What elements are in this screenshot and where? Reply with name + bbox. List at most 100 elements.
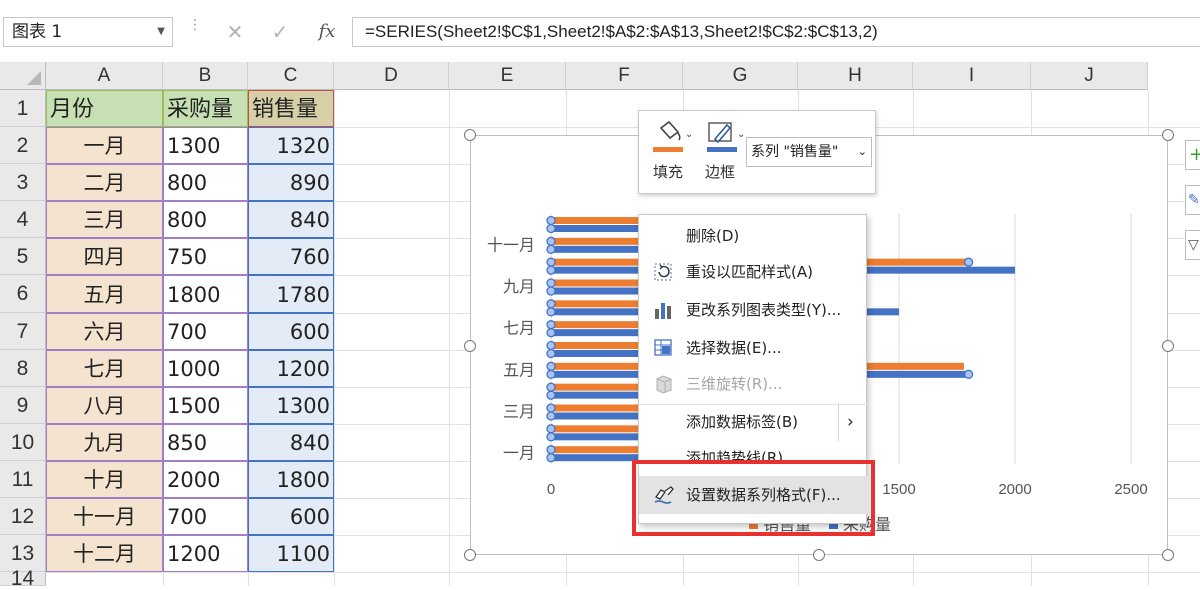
row-header-3[interactable]: 3 xyxy=(0,164,46,201)
series-select-value: 系列 "销售量" xyxy=(751,144,839,160)
header-cell[interactable]: 销售量 xyxy=(248,90,334,127)
series-point-handle xyxy=(546,361,556,371)
chart-filters-button[interactable]: ▽ xyxy=(1185,230,1200,260)
menu-item-reset-style[interactable]: 重设以匹配样式(A) xyxy=(639,253,868,291)
sales-cell[interactable]: 1320 xyxy=(248,127,334,164)
column-header-j[interactable]: J xyxy=(1031,62,1148,90)
sales-cell[interactable]: 760 xyxy=(248,238,334,275)
series-point-handle xyxy=(546,369,556,379)
row-header-12[interactable]: 12 xyxy=(0,498,46,535)
row-header-6[interactable]: 6 xyxy=(0,275,46,313)
chart-elements-button[interactable]: + xyxy=(1185,140,1200,170)
sales-cell[interactable]: 840 xyxy=(248,424,334,461)
resize-handle[interactable] xyxy=(1162,129,1174,141)
column-header-e[interactable]: E xyxy=(449,62,566,90)
column-header-i[interactable]: I xyxy=(913,62,1031,90)
month-cell[interactable]: 四月 xyxy=(46,238,163,275)
column-header-c[interactable]: C xyxy=(248,62,334,90)
purchase-cell[interactable]: 700 xyxy=(163,498,248,535)
resize-handle[interactable] xyxy=(464,340,476,352)
series-point-handle xyxy=(546,299,556,309)
row-header-5[interactable]: 5 xyxy=(0,238,46,275)
series-point-handle xyxy=(546,348,556,359)
menu-item-3d-rotate[interactable]: 三维旋转(R)... xyxy=(639,365,868,403)
purchase-cell[interactable]: 1000 xyxy=(163,350,248,387)
sales-cell[interactable]: 890 xyxy=(248,164,334,201)
chart-type-icon xyxy=(655,303,671,319)
purchase-cell[interactable]: 800 xyxy=(163,201,248,238)
purchase-cell[interactable]: 850 xyxy=(163,424,248,461)
resize-handle[interactable] xyxy=(1162,340,1174,352)
menu-item-delete[interactable]: 删除(D) xyxy=(639,217,868,255)
column-header-f[interactable]: F xyxy=(566,62,683,90)
fill-button[interactable]: ⌄ xyxy=(651,119,693,161)
month-cell[interactable]: 十一月 xyxy=(46,498,163,535)
border-button[interactable]: ⌄ xyxy=(705,119,747,161)
row-header-2[interactable]: 2 xyxy=(0,127,46,164)
drag-handle-icon[interactable]: ⋮ xyxy=(188,18,202,42)
month-cell[interactable]: 十二月 xyxy=(46,535,163,572)
month-cell[interactable]: 十月 xyxy=(46,461,163,498)
purchase-cell[interactable]: 800 xyxy=(163,164,248,201)
column-header-g[interactable]: G xyxy=(683,62,798,90)
chart-styles-button[interactable]: ✎ xyxy=(1185,185,1200,215)
purchase-cell[interactable]: 1300 xyxy=(163,127,248,164)
sales-cell[interactable]: 1100 xyxy=(248,535,334,572)
sales-cell[interactable]: 1200 xyxy=(248,350,334,387)
column-header-h[interactable]: H xyxy=(798,62,913,90)
menu-item-change-chart-type[interactable]: 更改系列图表类型(Y)... xyxy=(639,291,868,329)
row-header-8[interactable]: 8 xyxy=(0,350,46,387)
fill-label: 填充 xyxy=(653,163,684,181)
y-category-label: 五月 xyxy=(503,360,535,379)
select-all-corner[interactable] xyxy=(0,62,46,90)
series-select[interactable]: 系列 "销售量" ⌄ xyxy=(746,137,872,167)
column-header-d[interactable]: D xyxy=(334,62,449,90)
menu-item-select-data[interactable]: 选择数据(E)... xyxy=(639,329,868,367)
menu-item-add-data-labels[interactable]: 添加数据标签(B) › xyxy=(639,403,868,441)
month-cell[interactable]: 七月 xyxy=(46,350,163,387)
month-cell[interactable]: 五月 xyxy=(46,275,163,313)
name-box[interactable]: 图表 1 ▼ xyxy=(3,17,173,47)
enter-icon[interactable]: ✓ xyxy=(260,17,300,47)
purchase-cell[interactable]: 1500 xyxy=(163,387,248,424)
purchase-cell[interactable]: 700 xyxy=(163,313,248,350)
resize-handle[interactable] xyxy=(1162,549,1174,561)
resize-handle[interactable] xyxy=(464,129,476,141)
insert-function-icon[interactable]: fx xyxy=(307,17,347,47)
sales-cell[interactable]: 1800 xyxy=(248,461,334,498)
month-cell[interactable]: 九月 xyxy=(46,424,163,461)
purchase-cell[interactable]: 750 xyxy=(163,238,248,275)
row-header-4[interactable]: 4 xyxy=(0,201,46,238)
sales-cell[interactable]: 1780 xyxy=(248,275,334,313)
chevron-down-icon[interactable]: ▼ xyxy=(157,18,165,46)
grid-row-line xyxy=(46,572,1200,573)
column-header-a[interactable]: A xyxy=(46,62,163,90)
resize-handle[interactable] xyxy=(464,549,476,561)
month-cell[interactable]: 一月 xyxy=(46,127,163,164)
row-header-14[interactable]: 14 xyxy=(0,568,46,589)
row-header-9[interactable]: 9 xyxy=(0,387,46,424)
formula-input[interactable]: =SERIES(Sheet2!$C$1,Sheet2!$A$2:$A$13,Sh… xyxy=(352,17,1200,47)
header-cell[interactable]: 月份 xyxy=(46,90,163,127)
column-header-b[interactable]: B xyxy=(163,62,248,90)
sales-cell[interactable]: 840 xyxy=(248,201,334,238)
month-cell[interactable]: 三月 xyxy=(46,201,163,238)
cancel-icon[interactable]: ✕ xyxy=(215,17,255,47)
sales-cell[interactable]: 600 xyxy=(248,313,334,350)
sales-cell[interactable]: 1300 xyxy=(248,387,334,424)
series-point-handle xyxy=(546,278,556,288)
sales-cell[interactable]: 600 xyxy=(248,498,334,535)
month-cell[interactable]: 二月 xyxy=(46,164,163,201)
row-header-10[interactable]: 10 xyxy=(0,424,46,461)
purchase-cell[interactable]: 1800 xyxy=(163,275,248,313)
chevron-right-icon[interactable]: › xyxy=(847,403,854,441)
row-header-1[interactable]: 1 xyxy=(0,90,46,127)
month-cell[interactable]: 六月 xyxy=(46,313,163,350)
month-cell[interactable]: 八月 xyxy=(46,387,163,424)
resize-handle[interactable] xyxy=(813,549,825,561)
row-header-11[interactable]: 11 xyxy=(0,461,46,498)
row-header-7[interactable]: 7 xyxy=(0,313,46,350)
purchase-cell[interactable]: 2000 xyxy=(163,461,248,498)
header-cell[interactable]: 采购量 xyxy=(163,90,248,127)
purchase-cell[interactable]: 1200 xyxy=(163,535,248,572)
